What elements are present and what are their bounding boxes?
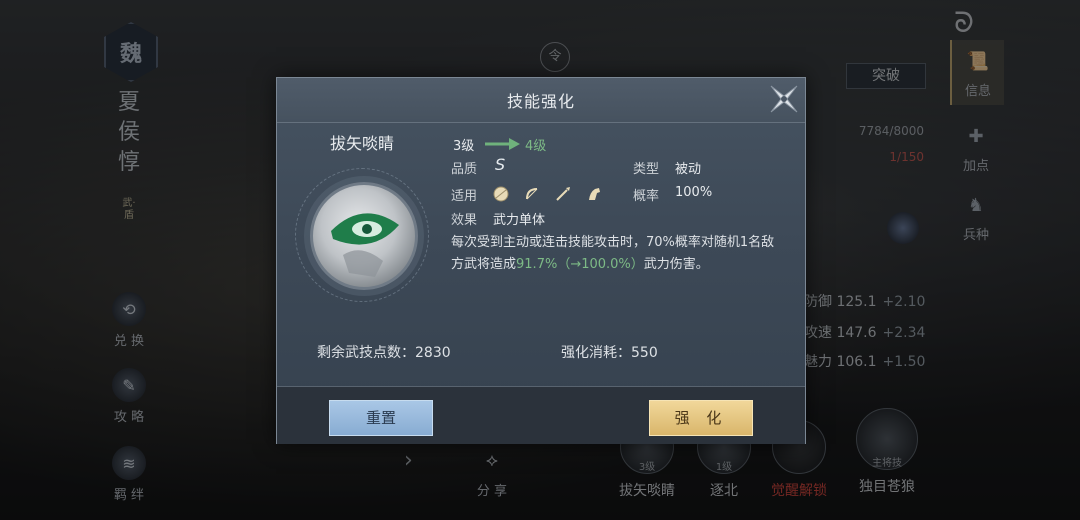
damage-highlight: 91.7%（→100.0%） (516, 257, 644, 272)
quality-label: 品质 (451, 162, 478, 177)
rate-label: 概率 (633, 189, 660, 204)
skill-enhance-dialog: 技能强化 拔矢啖睛 3级 4级 品质 S 类型 被动 适用 概率 100% 效果… (276, 77, 806, 444)
arrow-right-icon (485, 136, 521, 150)
enhance-cost: 强化消耗：550 (561, 345, 658, 361)
horse-icon (586, 186, 602, 202)
bow-icon (524, 186, 540, 202)
type-label: 类型 (633, 162, 660, 177)
shield-icon (493, 186, 509, 202)
spear-icon (555, 186, 571, 202)
close-button[interactable] (765, 80, 803, 118)
level-from: 3级 (453, 139, 475, 154)
close-icon (770, 85, 798, 113)
eye-skill-icon (310, 182, 418, 290)
type-value: 被动 (675, 162, 702, 177)
effect-label: 效果 (451, 213, 478, 228)
skill-name: 拔矢啖睛 (329, 134, 394, 153)
level-to: 4级 (525, 139, 547, 154)
quality-value: S (495, 155, 506, 174)
rate-value: 100% (675, 185, 713, 200)
skill-description: 每次受到主动或连击技能攻击时，70%概率对随机1名敌方武将造成91.7%（→10… (451, 235, 775, 272)
remaining-points: 剩余武技点数：2830 (317, 345, 451, 361)
apply-label: 适用 (451, 189, 478, 204)
enhance-button[interactable]: 强 化 (649, 400, 753, 436)
reset-button[interactable]: 重置 (329, 400, 433, 436)
apply-icons (493, 183, 612, 202)
dialog-title: 技能强化 (506, 92, 575, 111)
effect-value: 武力单体 (493, 213, 546, 228)
